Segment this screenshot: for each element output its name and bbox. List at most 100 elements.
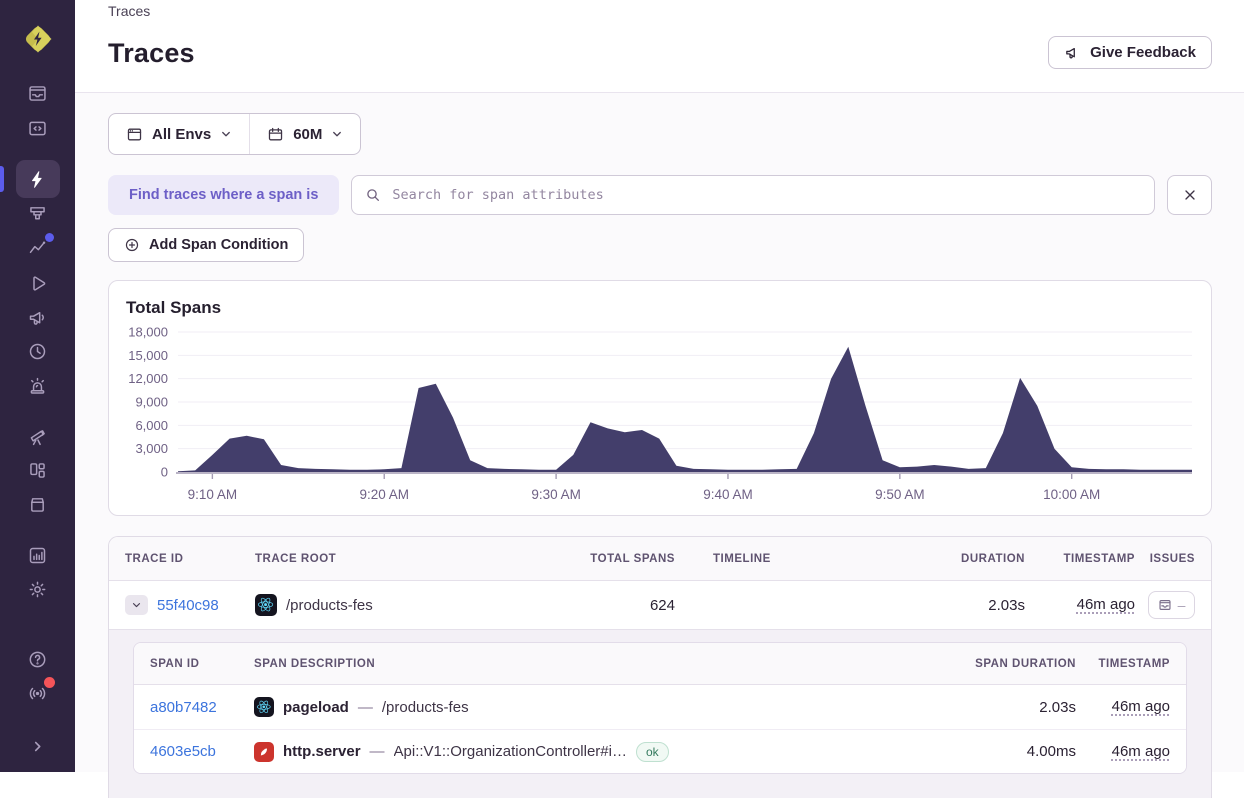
time-period-label: 60M xyxy=(293,125,323,143)
span-timestamp[interactable]: 46m ago xyxy=(1112,698,1170,715)
svg-text:9:10 AM: 9:10 AM xyxy=(188,487,238,502)
spans-table: SPAN ID SPAN DESCRIPTION SPAN DURATION T… xyxy=(133,642,1187,774)
column-issues: ISSUES xyxy=(1149,552,1195,565)
span-row: a80b7482 pageload — /products-fes 2.03s … xyxy=(134,685,1186,729)
clock-icon xyxy=(29,343,46,359)
code-folder-icon xyxy=(29,121,46,135)
separator: — xyxy=(369,743,385,760)
react-platform-icon xyxy=(254,697,274,717)
help-icon xyxy=(29,651,46,667)
chevron-down-icon xyxy=(222,131,231,137)
trace-issues-button[interactable]: – xyxy=(1148,591,1195,619)
sidebar-item-insights[interactable] xyxy=(16,230,60,264)
sidebar-item-whats-new[interactable] xyxy=(16,676,60,710)
plus-circle-icon xyxy=(125,238,139,252)
span-description: Api::V1::OrganizationController#i… xyxy=(393,743,627,760)
sidebar-footer xyxy=(0,642,75,772)
telescope-icon xyxy=(30,429,45,445)
sidebar-item-stats[interactable] xyxy=(16,538,60,572)
react-platform-icon xyxy=(255,594,277,616)
trace-id-link[interactable]: 55f40c98 xyxy=(157,597,219,614)
breadcrumb[interactable]: Traces xyxy=(108,3,1212,19)
sidebar-item-releases[interactable] xyxy=(16,487,60,521)
span-id-link[interactable]: a80b7482 xyxy=(150,699,254,716)
svg-text:10:00 AM: 10:00 AM xyxy=(1043,487,1100,502)
svg-text:9,000: 9,000 xyxy=(135,395,168,410)
total-spans-panel: Total Spans 0 3,000 6,000 9,000 12,000 15,000… xyxy=(108,280,1212,516)
gear-icon xyxy=(29,581,46,597)
sidebar-item-alerts[interactable] xyxy=(16,368,60,402)
svg-text:0: 0 xyxy=(161,465,168,480)
traces-table-header: TRACE ID TRACE ROOT TOTAL SPANS TIMELINE… xyxy=(109,537,1211,581)
span-timestamp[interactable]: 46m ago xyxy=(1112,743,1170,760)
trace-root-name: /products-fes xyxy=(286,596,373,614)
expanded-trace-section: SPAN ID SPAN DESCRIPTION SPAN DURATION T… xyxy=(109,629,1211,798)
span-status-badge: ok xyxy=(635,741,669,762)
column-span-timestamp: TIMESTAMP xyxy=(1098,657,1170,670)
window-icon xyxy=(127,128,142,140)
total-spans-chart: 0 3,000 6,000 9,000 12,000 15,000 18,000 9:10 A… xyxy=(128,325,1192,502)
add-span-condition-label: Add Span Condition xyxy=(149,237,289,253)
chart-title: Total Spans xyxy=(126,298,222,317)
play-icon xyxy=(33,275,46,291)
calendar-icon xyxy=(269,127,283,140)
sidebar-item-replays[interactable] xyxy=(16,266,60,300)
query-builder: Find traces where a span is xyxy=(108,175,1212,215)
svg-text:15,000: 15,000 xyxy=(128,348,168,363)
sidebar-item-crons[interactable] xyxy=(16,334,60,368)
chevron-down-icon xyxy=(333,131,342,137)
environment-filter[interactable]: All Envs xyxy=(109,114,249,154)
span-operation: pageload xyxy=(283,698,349,716)
column-span-description: SPAN DESCRIPTION xyxy=(254,657,376,670)
column-timestamp: TIMESTAMP xyxy=(1063,552,1135,565)
svg-text:9:50 AM: 9:50 AM xyxy=(875,487,925,502)
siren-icon xyxy=(30,377,45,394)
span-row: 4603e5cb http.server — Api::V1::Organiza… xyxy=(134,729,1186,773)
issues-icon xyxy=(1159,600,1171,610)
svg-text:6,000: 6,000 xyxy=(135,418,168,433)
sidebar-item-profiling[interactable] xyxy=(16,196,60,230)
where-label: Find traces where a span is xyxy=(108,175,340,215)
sidebar xyxy=(0,0,75,772)
column-trace-root: TRACE ROOT xyxy=(255,552,337,565)
sidebar-item-discover[interactable] xyxy=(16,419,60,453)
span-id-link[interactable]: 4603e5cb xyxy=(150,743,254,760)
main-area: Traces Traces Give Feedback All Envs 60M… xyxy=(75,0,1244,798)
dashboards-icon xyxy=(30,462,45,478)
close-icon xyxy=(1184,190,1195,200)
filter-bar: All Envs 60M xyxy=(108,113,362,155)
total-spans-value: 624 xyxy=(649,596,675,614)
column-span-id: SPAN ID xyxy=(150,657,200,670)
sidebar-collapse-button[interactable] xyxy=(16,729,60,763)
sidebar-item-help[interactable] xyxy=(16,642,60,676)
whats-new-notification-dot xyxy=(43,677,55,688)
search-box xyxy=(351,175,1155,215)
sidebar-item-projects[interactable] xyxy=(16,111,60,145)
sidebar-item-issues[interactable] xyxy=(16,76,60,110)
add-span-condition-button[interactable]: Add Span Condition xyxy=(108,228,305,262)
sidebar-item-feedback[interactable] xyxy=(16,300,60,334)
collapse-trace-button[interactable] xyxy=(125,595,148,615)
ruby-platform-icon xyxy=(254,741,274,762)
page-header: Traces Traces Give Feedback xyxy=(75,0,1244,93)
trace-row: 55f40c98 /products-fes 624 2.03s 46m ago… xyxy=(109,581,1211,629)
column-span-duration: SPAN DURATION xyxy=(975,657,1076,670)
clear-search-button[interactable] xyxy=(1167,175,1212,215)
span-duration: 2.03s xyxy=(1039,698,1076,716)
sidebar-item-settings[interactable] xyxy=(16,572,60,606)
sidebar-item-dashboards[interactable] xyxy=(16,453,60,487)
bar-chart-icon xyxy=(29,547,46,563)
svg-text:3,000: 3,000 xyxy=(135,441,168,456)
span-duration: 4.00ms xyxy=(1026,743,1076,760)
time-period-filter[interactable]: 60M xyxy=(249,114,360,154)
trace-timestamp[interactable]: 46m ago xyxy=(1077,596,1135,613)
column-timeline: TIMELINE xyxy=(713,552,771,565)
column-total-spans: TOTAL SPANS xyxy=(590,552,675,565)
issues-count-empty: – xyxy=(1177,597,1186,613)
give-feedback-label: Give Feedback xyxy=(1090,44,1196,61)
give-feedback-button[interactable]: Give Feedback xyxy=(1048,36,1212,69)
sidebar-item-traces[interactable] xyxy=(15,160,60,198)
sentry-logo[interactable] xyxy=(19,20,57,58)
span-attributes-search-input[interactable] xyxy=(390,186,1141,204)
chevron-right-icon xyxy=(34,741,41,751)
